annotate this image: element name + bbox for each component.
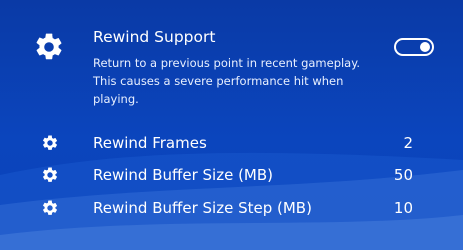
setting-value: 50 (393, 166, 413, 184)
setting-value: 10 (393, 199, 413, 217)
gear-icon (43, 167, 58, 182)
rewind-support-title: Rewind Support (93, 28, 216, 46)
gear-icon (43, 200, 58, 215)
gear-icon (36, 33, 62, 60)
gear-icon (43, 135, 58, 150)
rewind-support-toggle[interactable] (394, 38, 434, 56)
toggle-knob (420, 42, 430, 52)
setting-label: Rewind Frames (93, 134, 207, 152)
rewind-support-description: Return to a previous point in recent gam… (93, 56, 361, 106)
setting-label: Rewind Buffer Size Step (MB) (93, 199, 312, 217)
setting-value: 2 (403, 134, 413, 152)
setting-label: Rewind Buffer Size (MB) (93, 166, 273, 184)
